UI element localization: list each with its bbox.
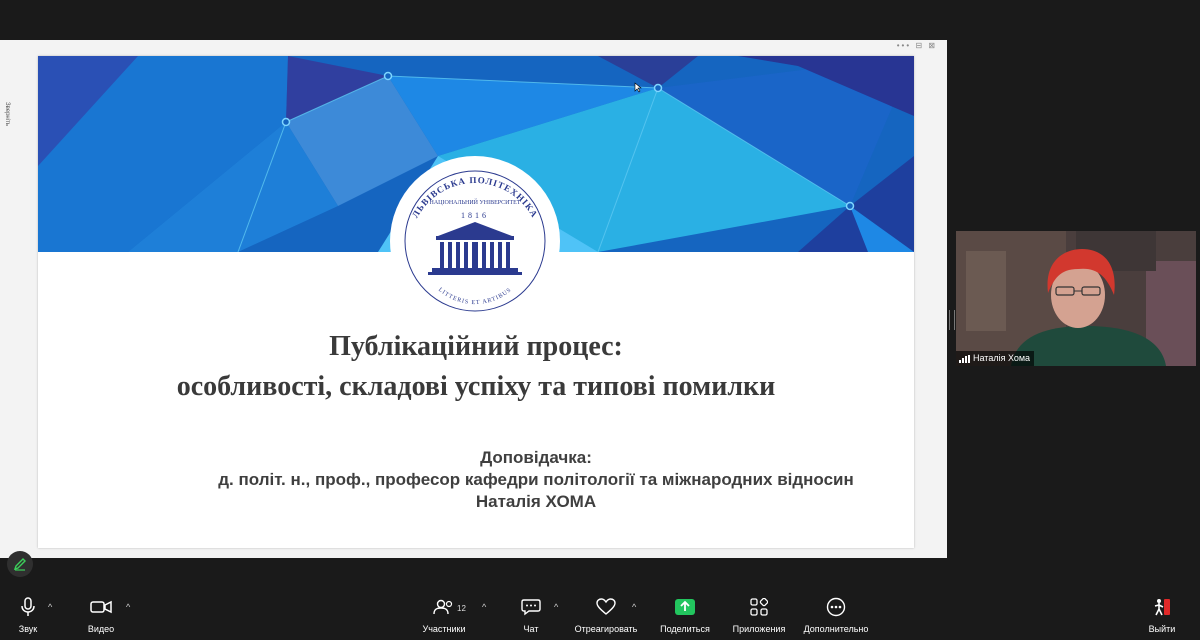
participant-name-tag: Наталія Хома <box>956 351 1035 366</box>
audio-label: Звук <box>18 624 38 634</box>
participants-count: 12 <box>457 604 466 613</box>
speaker-label: Доповідачка: <box>480 448 592 467</box>
video-options-caret[interactable]: ^ <box>126 602 130 612</box>
microphone-icon <box>21 597 35 616</box>
presentation-slide: ЛЬВІВСЬКА ПОЛІТЕХНІКА НАЦІОНАЛЬНИЙ УНІВЕ… <box>38 56 914 548</box>
chat-label: Чат <box>523 624 539 634</box>
more-options-icon <box>826 597 846 617</box>
share-screen-button[interactable]: Поделиться <box>657 594 713 634</box>
slide-title-line-1: Публікаційний процес: <box>329 331 623 362</box>
apps-icon <box>750 598 768 616</box>
chat-button[interactable]: Чат <box>517 594 545 634</box>
participant-video-tile[interactable]: Наталія Хома <box>956 231 1196 366</box>
pencil-icon <box>13 558 26 571</box>
share-screen-icon <box>675 599 695 615</box>
shared-screen-window: ••• ⊟ ⊠ ЛЬВІВСЬКА ПОЛІТЕХНІКА НАЦІОНАЛЬН… <box>12 40 947 558</box>
share-label: Поделиться <box>660 624 710 634</box>
logo-subtitle: НАЦІОНАЛЬНИЙ УНІВЕРСИТЕТ <box>430 198 521 206</box>
speaker-position: д. політ. н., проф., професор кафедри по… <box>218 470 854 489</box>
leave-label: Выйти <box>1148 624 1176 634</box>
react-label: Отреагировать <box>574 624 638 634</box>
leave-button[interactable]: Выйти <box>1146 594 1178 634</box>
participant-name: Наталія Хома <box>973 353 1031 363</box>
annotate-button[interactable] <box>7 551 33 577</box>
signal-strength-icon <box>959 354 970 363</box>
video-label: Видео <box>87 624 115 634</box>
svg-text:LITTERIS ET ARTIBUS: LITTERIS ET ARTIBUS <box>437 287 513 306</box>
chat-options-caret[interactable]: ^ <box>554 602 558 612</box>
more-label: Дополнительно <box>803 624 869 634</box>
react-options-caret[interactable]: ^ <box>632 602 636 612</box>
apps-button[interactable]: Приложения <box>728 594 790 634</box>
apps-label: Приложения <box>732 624 786 634</box>
participants-icon <box>433 599 453 615</box>
audio-button[interactable]: Звук <box>14 594 42 634</box>
side-panel-text: Зверніть <box>4 102 10 126</box>
speaker-name: Наталія ХОМА <box>475 492 597 511</box>
logo-motto: LITTERIS ET ARTIBUS <box>437 287 512 306</box>
logo-year: 1816 <box>461 211 489 220</box>
panel-resize-handle[interactable] <box>949 310 955 330</box>
participant-video-feed <box>956 231 1196 366</box>
leave-icon <box>1154 599 1170 616</box>
chat-icon <box>521 599 541 616</box>
slide-title-line-2: особливості, складові успіху та типові п… <box>176 371 776 402</box>
participants-button[interactable]: Участники <box>416 594 472 634</box>
meeting-toolbar: Звук ^ Видео ^ Участники 12 ^ Чат ^ Отре… <box>0 594 1200 640</box>
audio-options-caret[interactable]: ^ <box>48 602 52 612</box>
more-button[interactable]: Дополнительно <box>798 594 874 634</box>
video-button[interactable]: Видео <box>84 594 118 634</box>
university-logo: ЛЬВІВСЬКА ПОЛІТЕХНІКА НАЦІОНАЛЬНИЙ УНІВЕ… <box>390 156 560 326</box>
react-button[interactable]: Отреагировать <box>572 594 640 634</box>
participants-label: Участники <box>422 624 466 634</box>
video-camera-icon <box>90 600 112 614</box>
participants-options-caret[interactable]: ^ <box>482 602 486 612</box>
window-controls[interactable]: ••• ⊟ ⊠ <box>897 41 937 50</box>
heart-icon <box>596 598 616 615</box>
